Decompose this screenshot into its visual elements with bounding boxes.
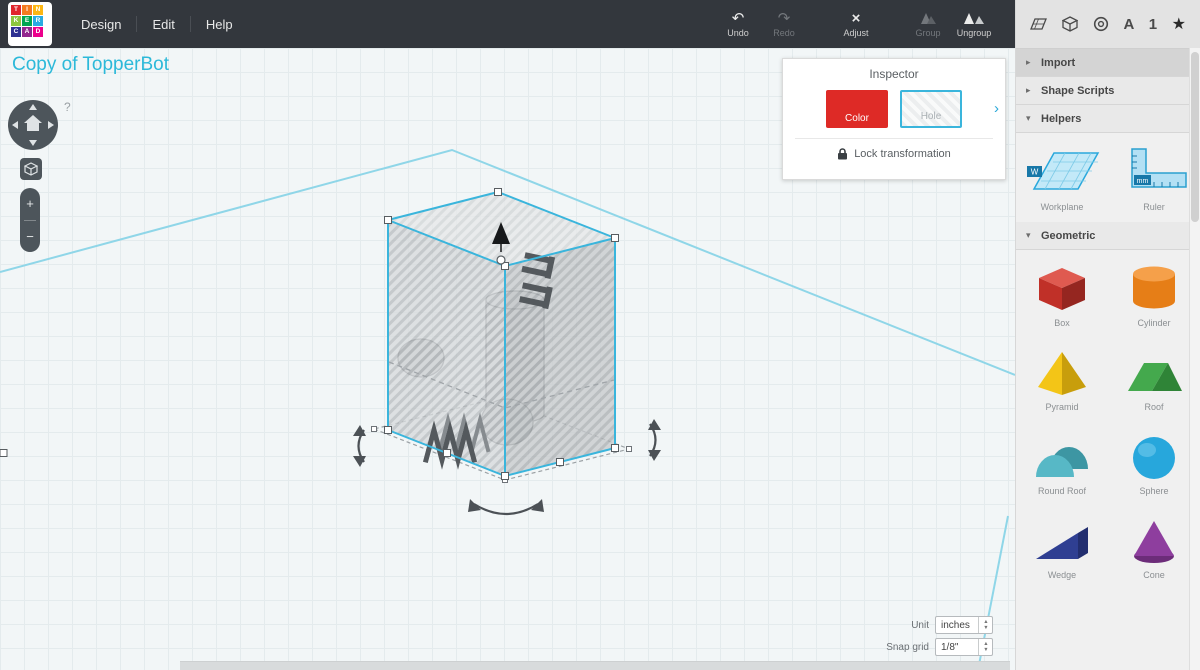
zoom-control[interactable]: + − [20, 188, 40, 252]
scrollbar-thumb[interactable] [1191, 52, 1199, 222]
redo-button[interactable]: ↷ Redo [761, 10, 807, 38]
shapes-sidebar: A 1 ★ ▸ Import ▸ Shape Scripts ▾ Helpers [1015, 0, 1200, 670]
redo-icon: ↷ [778, 10, 791, 27]
logo-tile: K [11, 16, 21, 26]
divider [795, 138, 993, 139]
adjust-icon: × [852, 10, 861, 27]
inspector-title: Inspector [783, 67, 1005, 81]
shape-cylinder[interactable]: Cylinder [1108, 254, 1200, 338]
help-hint[interactable]: ? [64, 100, 71, 114]
text-tool-icon[interactable]: A [1123, 16, 1134, 33]
design-title: Copy of TopperBot [12, 54, 169, 76]
menu-design[interactable]: Design [66, 17, 136, 32]
unit-stepper-icon[interactable]: ▲▼ [978, 617, 992, 633]
shape-pyramid[interactable]: Pyramid [1016, 338, 1108, 422]
hole-swatch[interactable]: Hole [900, 90, 962, 128]
undo-icon: ↶ [732, 10, 745, 27]
unit-label: Unit [911, 620, 929, 631]
shape-wedge[interactable]: Wedge [1016, 506, 1108, 590]
roof-shape-icon [1122, 347, 1186, 399]
svg-text:W: W [1031, 168, 1039, 177]
grid-settings: Unit inches ▲▼ Snap grid 1/8" ▲▼ [886, 616, 993, 656]
logo-tile: N [33, 5, 43, 15]
logo-tile: I [22, 5, 32, 15]
shape-sphere[interactable]: Sphere [1108, 422, 1200, 506]
cone-shape-icon [1122, 515, 1186, 567]
shape-roof[interactable]: Roof [1108, 338, 1200, 422]
ungroup-icon [962, 10, 986, 27]
zoom-out-icon[interactable]: − [20, 221, 40, 253]
model-topperbot[interactable] [0, 189, 661, 515]
logo-tile: D [33, 27, 43, 37]
shape-round-roof[interactable]: Round Roof [1016, 422, 1108, 506]
tinkercad-logo[interactable]: T I N K E R C A D [8, 2, 52, 46]
wedge-shape-icon [1030, 515, 1094, 567]
chevron-right-icon: ▸ [1026, 85, 1034, 96]
symbols-star-icon[interactable]: ★ [1172, 14, 1186, 34]
lock-icon [837, 147, 848, 160]
section-shape-scripts[interactable]: ▸ Shape Scripts [1016, 77, 1200, 105]
workplane-tool-icon[interactable] [1026, 16, 1048, 32]
logo-tile: C [11, 27, 21, 37]
number-tool-icon[interactable]: 1 [1149, 16, 1157, 33]
logo-tile: E [22, 16, 32, 26]
snap-grid-select[interactable]: 1/8" ▲▼ [935, 638, 993, 656]
chevron-right-icon: ▸ [1026, 57, 1034, 68]
sidebar-scrollbar[interactable] [1189, 48, 1200, 670]
tinkercad-app: T I N K E R C A D Design Edit Help ↶ Und… [0, 0, 1200, 670]
inspector-expand-icon[interactable]: › [994, 100, 999, 117]
solid-box-icon[interactable] [1062, 16, 1078, 32]
unit-select[interactable]: inches ▲▼ [935, 616, 993, 634]
chevron-down-icon: ▾ [1026, 230, 1034, 241]
adjust-button[interactable]: × Adjust [833, 10, 879, 38]
viewport[interactable]: Copy of TopperBot ? + − Inspector [0, 48, 1015, 670]
sidebar-toolbar: A 1 ★ [1016, 0, 1200, 49]
helpers-list: W Workplane mm Ruler [1016, 133, 1200, 222]
workplane-helper-icon: W [1020, 141, 1104, 199]
hole-ring-icon[interactable] [1093, 16, 1109, 32]
fit-view-button[interactable] [20, 158, 42, 180]
view-navigation-gizmo[interactable] [6, 98, 60, 152]
ruler-helper-icon: mm [1112, 141, 1196, 199]
logo-tile: R [33, 16, 43, 26]
group-button[interactable]: Group [905, 10, 951, 38]
chevron-down-icon: ▾ [1026, 113, 1034, 124]
inspector-panel: Inspector Color Hole › Lock transformati… [782, 58, 1006, 180]
color-swatch[interactable]: Color [826, 90, 888, 128]
toolbar: ↶ Undo ↷ Redo × Adjust Group U [715, 10, 997, 38]
svg-text:mm: mm [1137, 178, 1149, 185]
menu-help[interactable]: Help [191, 17, 248, 32]
section-helpers[interactable]: ▾ Helpers [1016, 105, 1200, 133]
menu-edit[interactable]: Edit [137, 17, 189, 32]
zoom-in-icon[interactable]: + [20, 188, 40, 220]
lock-transformation-toggle[interactable]: Lock transformation [783, 147, 1005, 160]
logo-tile: A [22, 27, 32, 37]
helper-workplane[interactable]: W Workplane [1016, 141, 1108, 212]
main-menu: Design Edit Help [66, 0, 248, 48]
group-icon [917, 10, 939, 27]
round-roof-shape-icon [1030, 431, 1094, 483]
topbar: T I N K E R C A D Design Edit Help ↶ Und… [0, 0, 1015, 48]
snap-stepper-icon[interactable]: ▲▼ [978, 639, 992, 655]
section-import[interactable]: ▸ Import [1016, 49, 1200, 77]
logo-tile: T [11, 5, 21, 15]
geometric-shapes: Box Cylinder Pyramid [1016, 250, 1200, 590]
shape-cone[interactable]: Cone [1108, 506, 1200, 590]
box-view-icon [24, 162, 38, 176]
sphere-shape-icon [1122, 431, 1186, 483]
ungroup-button[interactable]: Ungroup [951, 10, 997, 38]
box-shape-icon [1030, 263, 1094, 315]
pyramid-shape-icon [1030, 347, 1094, 399]
shape-box[interactable]: Box [1016, 254, 1108, 338]
helper-ruler[interactable]: mm Ruler [1108, 141, 1200, 212]
cylinder-shape-icon [1122, 263, 1186, 315]
canvas-bottom-edge [180, 661, 1010, 670]
undo-button[interactable]: ↶ Undo [715, 10, 761, 38]
section-geometric[interactable]: ▾ Geometric [1016, 222, 1200, 250]
snap-grid-label: Snap grid [886, 642, 929, 653]
